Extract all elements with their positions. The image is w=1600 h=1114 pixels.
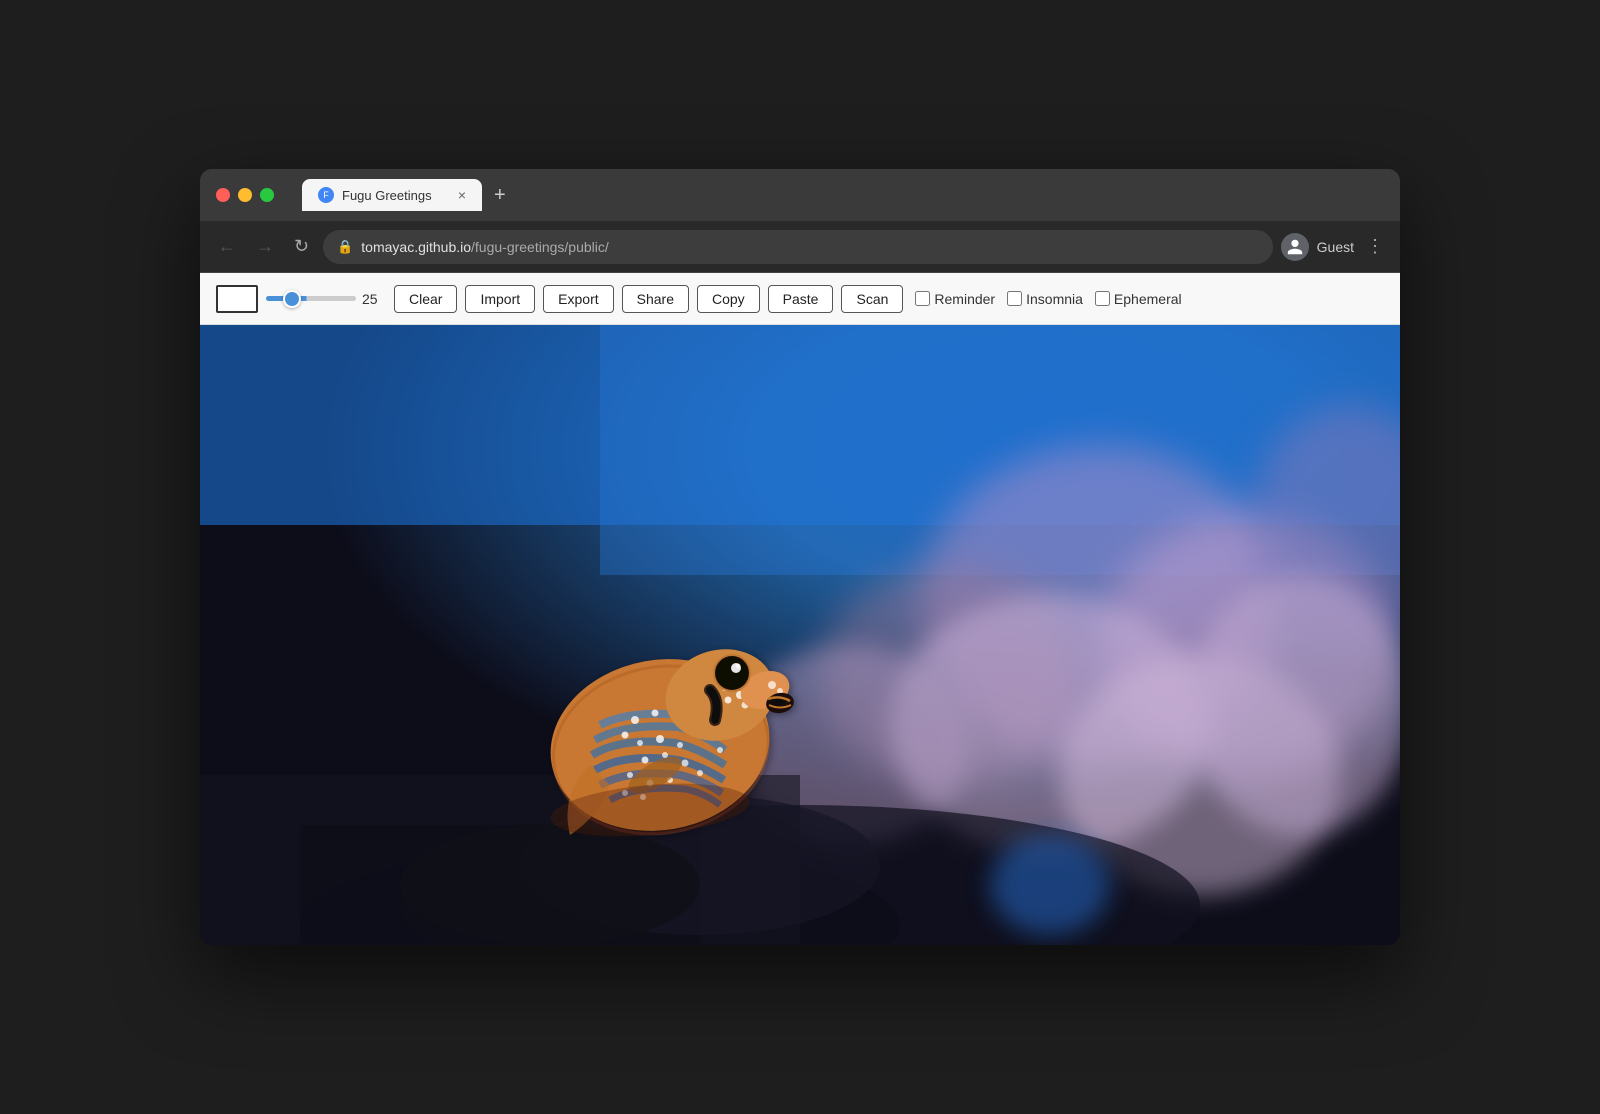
tab-close-icon[interactable]: × bbox=[458, 187, 466, 203]
title-bar: F Fugu Greetings × + bbox=[200, 169, 1400, 221]
reminder-checkbox[interactable] bbox=[915, 291, 930, 306]
traffic-lights bbox=[216, 188, 274, 202]
maximize-button[interactable] bbox=[260, 188, 274, 202]
ephemeral-checkbox-label[interactable]: Ephemeral bbox=[1095, 291, 1182, 307]
color-swatch[interactable] bbox=[216, 285, 258, 313]
url-display: tomayac.github.io/fugu-greetings/public/ bbox=[361, 239, 609, 255]
copy-button[interactable]: Copy bbox=[697, 285, 760, 313]
ephemeral-checkbox[interactable] bbox=[1095, 291, 1110, 306]
insomnia-label: Insomnia bbox=[1026, 291, 1083, 307]
reminder-label: Reminder bbox=[934, 291, 995, 307]
url-base: tomayac.github.io bbox=[361, 239, 471, 255]
forward-button[interactable]: → bbox=[250, 232, 280, 261]
address-bar[interactable]: 🔒 tomayac.github.io/fugu-greetings/publi… bbox=[323, 230, 1273, 264]
clear-button[interactable]: Clear bbox=[394, 285, 457, 313]
profile-label: Guest bbox=[1317, 239, 1354, 255]
slider-container: 25 bbox=[266, 291, 386, 307]
profile-icon bbox=[1281, 233, 1309, 261]
reminder-checkbox-label[interactable]: Reminder bbox=[915, 291, 995, 307]
minimize-button[interactable] bbox=[238, 188, 252, 202]
slider-value: 25 bbox=[362, 291, 386, 307]
paste-button[interactable]: Paste bbox=[768, 285, 834, 313]
browser-window: F Fugu Greetings × + ← → ↻ 🔒 tomayac.git… bbox=[200, 169, 1400, 945]
import-button[interactable]: Import bbox=[465, 285, 535, 313]
tab-favicon: F bbox=[318, 187, 334, 203]
refresh-button[interactable]: ↻ bbox=[288, 232, 315, 261]
tab-title: Fugu Greetings bbox=[342, 188, 432, 203]
close-button[interactable] bbox=[216, 188, 230, 202]
active-tab[interactable]: F Fugu Greetings × bbox=[302, 179, 482, 211]
scan-button[interactable]: Scan bbox=[841, 285, 903, 313]
insomnia-checkbox[interactable] bbox=[1007, 291, 1022, 306]
toolbar: 25 Clear Import Export Share Copy Paste … bbox=[200, 273, 1400, 325]
export-button[interactable]: Export bbox=[543, 285, 613, 313]
share-button[interactable]: Share bbox=[622, 285, 689, 313]
checkbox-group: Reminder Insomnia Ephemeral bbox=[915, 291, 1181, 307]
more-menu-button[interactable]: ⋮ bbox=[1362, 232, 1388, 261]
ephemeral-label: Ephemeral bbox=[1114, 291, 1182, 307]
underwater-scene bbox=[200, 325, 1400, 945]
new-tab-button[interactable]: + bbox=[490, 180, 510, 211]
content-area[interactable] bbox=[200, 325, 1400, 945]
tab-area: F Fugu Greetings × + bbox=[302, 179, 1384, 211]
back-button[interactable]: ← bbox=[212, 232, 242, 261]
brush-size-slider[interactable] bbox=[266, 296, 356, 301]
lock-icon: 🔒 bbox=[337, 239, 353, 255]
profile-area[interactable]: Guest bbox=[1281, 233, 1354, 261]
url-path: /fugu-greetings/public/ bbox=[471, 239, 609, 255]
insomnia-checkbox-label[interactable]: Insomnia bbox=[1007, 291, 1083, 307]
omnibar: ← → ↻ 🔒 tomayac.github.io/fugu-greetings… bbox=[200, 221, 1400, 273]
